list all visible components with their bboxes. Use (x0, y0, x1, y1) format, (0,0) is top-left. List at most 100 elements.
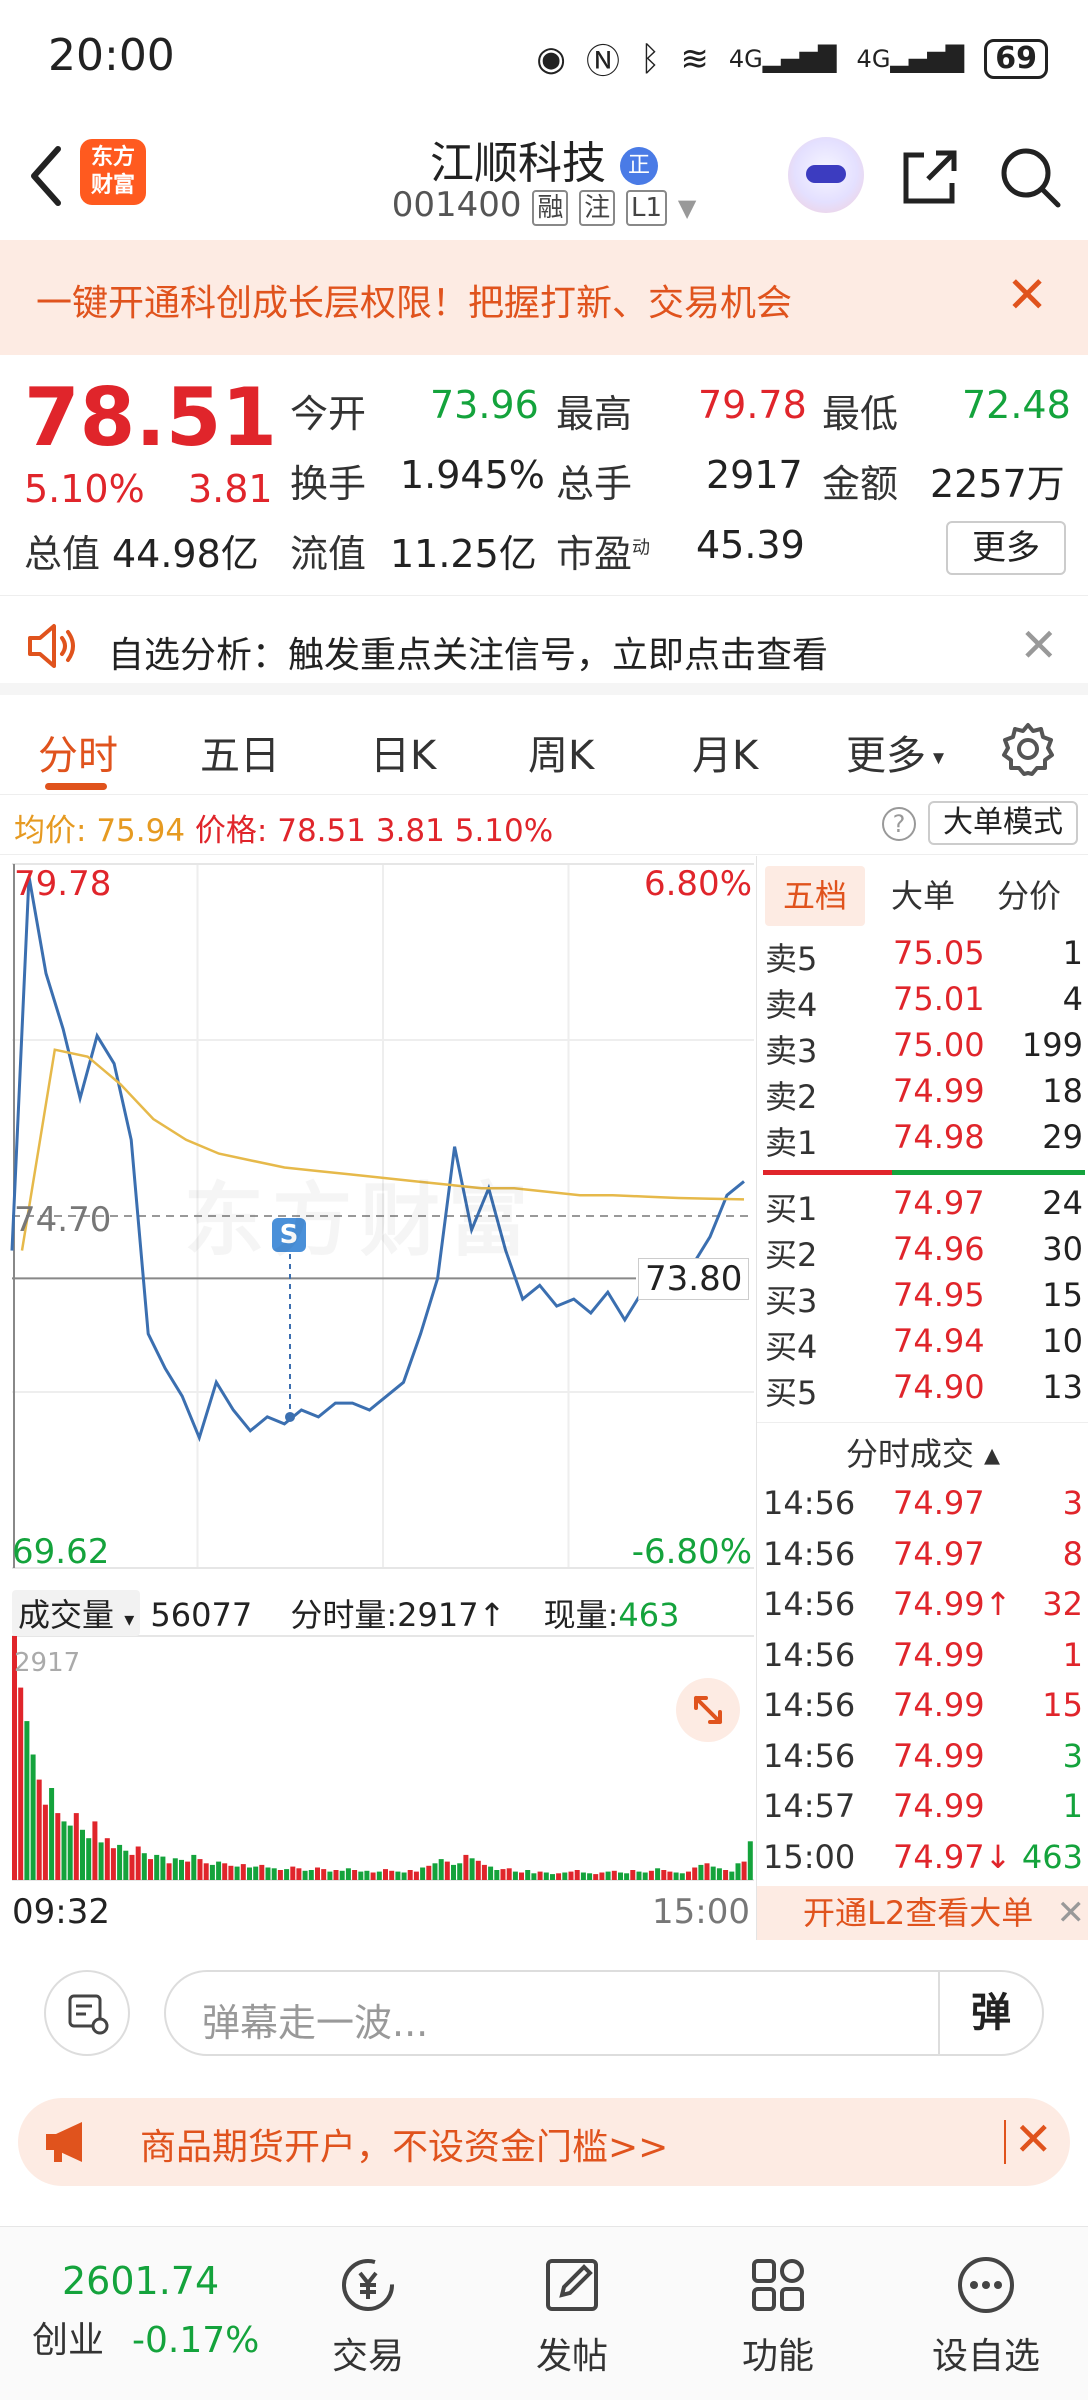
intraday-chart[interactable]: 79.78 6.80% 74.70 69.62 -6.80% 73.80 S 东… (0, 856, 756, 1940)
tick-row[interactable]: 14:56 74.99↑ 32 (757, 1585, 1088, 1635)
tick-row-vol: 463 (1021, 1837, 1083, 1876)
volume-selector[interactable]: 成交量 ▾ (12, 1590, 141, 1636)
volume-bar (61, 1821, 67, 1880)
nav-trade[interactable]: 交易 (298, 2253, 438, 2379)
close-icon[interactable]: ✕ (1057, 1886, 1086, 1940)
close-icon[interactable]: ✕ (1014, 2112, 1053, 2166)
gear-icon[interactable] (1000, 721, 1056, 777)
buy-level-row[interactable]: 买1 74.97 24 (757, 1184, 1088, 1230)
float-value: 11.25亿 (390, 532, 537, 576)
tick-row[interactable]: 14:56 74.97 8 (757, 1535, 1088, 1585)
nav-add-watchlist[interactable]: 设自选 (916, 2253, 1056, 2379)
volume-bar (191, 1854, 197, 1880)
chart-svg[interactable] (0, 856, 756, 1940)
tick-row-price: 74.99 (893, 1787, 985, 1825)
ticks-header[interactable]: 分时成交 ▴ (757, 1422, 1088, 1475)
volume-bar (716, 1868, 722, 1880)
tick-row[interactable]: 14:57 74.99 1 (757, 1787, 1088, 1837)
tab-minute[interactable]: 分时 (38, 723, 118, 781)
help-icon[interactable]: ? (882, 807, 916, 841)
search-icon[interactable] (998, 145, 1062, 209)
volume-bar (550, 1874, 555, 1880)
volume-bar (376, 1871, 382, 1880)
more-button[interactable]: 更多 (946, 521, 1066, 575)
tick-row[interactable]: 14:56 74.99 15 (757, 1686, 1088, 1736)
nav-functions[interactable]: 功能 (708, 2253, 848, 2379)
tab-five-levels[interactable]: 五档 (765, 866, 866, 926)
close-icon[interactable]: ✕ (1006, 270, 1048, 320)
danmaku-toggle-button[interactable]: 弹 (938, 1972, 1042, 2054)
sell-level-row[interactable]: 卖2 74.99 18 (757, 1072, 1088, 1118)
buy-level-row[interactable]: 买4 74.94 10 (757, 1322, 1088, 1368)
alert-text[interactable]: 自选分析：触发重点关注信号，立即点击查看 (108, 626, 828, 678)
share-icon[interactable] (898, 145, 962, 209)
buy-level-row-vol: 30 (1042, 1230, 1083, 1268)
volume-value: 2917 (706, 453, 803, 497)
ad-banner[interactable]: 商品期货开户，不设资金门槛>> ✕ (18, 2098, 1070, 2186)
tab-day-k[interactable]: 日K (370, 723, 436, 781)
index-pct: -0.17% (132, 2320, 260, 2361)
volume-bar (172, 1858, 178, 1880)
tick-row[interactable]: 14:56 74.99 3 (757, 1737, 1088, 1787)
volume-bar (605, 1871, 611, 1880)
turnover-value: 1.945% (400, 453, 545, 497)
volume-bar (543, 1872, 549, 1880)
tab-more[interactable]: 更多 ▾ (846, 723, 944, 781)
volume-bar (370, 1872, 376, 1880)
buy-level-row-name: 买4 (765, 1328, 818, 1366)
volume-bar (655, 1868, 661, 1880)
sell-level-row[interactable]: 卖5 75.05 1 (757, 934, 1088, 980)
expand-icon[interactable] (676, 1678, 740, 1742)
tag-level[interactable]: L1 (625, 190, 667, 226)
order-book: 五档 大单 分价 卖5 75.05 1 卖4 75.01 4 卖3 75.00 199 卖2 74.… (756, 856, 1088, 1940)
volume-bar (123, 1850, 129, 1880)
tab-week-k[interactable]: 周K (528, 723, 594, 781)
sell-level-row-vol: 18 (1042, 1072, 1083, 1110)
buy-level-row-price: 74.97 (893, 1184, 985, 1222)
mcap-value: 44.98亿 (112, 532, 259, 576)
status-bar: 20:00 ◉ Ⓝ ᛒ ≋ 4G▂▄▆█ 4G▂▄▆█ 69 (0, 0, 1088, 115)
tag-registration: 注 (579, 190, 616, 226)
analysis-alert[interactable]: 自选分析：触发重点关注信号，立即点击查看 ✕ (0, 595, 1088, 695)
tab-five-day[interactable]: 五日 (200, 723, 280, 781)
sell-level-row-name: 卖2 (765, 1078, 818, 1116)
current-price: 78.51 (24, 371, 278, 464)
buy-level-row[interactable]: 买2 74.96 30 (757, 1230, 1088, 1276)
tick-row[interactable]: 14:56 74.99 1 (757, 1636, 1088, 1686)
tick-row[interactable]: 15:00 74.97↓ 463 (757, 1838, 1088, 1888)
buy-level-row[interactable]: 买5 74.90 13 (757, 1368, 1088, 1414)
tab-price-dist[interactable]: 分价 (997, 866, 1061, 926)
tab-big-orders[interactable]: 大单 (891, 866, 955, 926)
volume-bar (562, 1872, 568, 1880)
nav-post[interactable]: 发帖 (502, 2253, 642, 2379)
open-label: 今开 (290, 392, 367, 436)
yen-exchange-icon (342, 2259, 394, 2311)
tab-month-k[interactable]: 月K (692, 723, 758, 781)
big-order-mode-button[interactable]: 大单模式 (928, 801, 1078, 845)
close-icon[interactable]: ✕ (1019, 618, 1058, 672)
promo-text[interactable]: 一键开通科创成长层权限！把握打新、交易机会 (36, 274, 792, 326)
sell-level-row[interactable]: 卖4 75.01 4 (757, 980, 1088, 1026)
volume-bar (667, 1871, 673, 1880)
index-widget[interactable]: 2601.74 创业 -0.17% (32, 2259, 259, 2363)
chevron-down-icon[interactable]: ▼ (678, 194, 696, 222)
sell-level-row[interactable]: 卖1 74.98 29 (757, 1118, 1088, 1164)
volume-bar (73, 1813, 79, 1880)
comment-settings-icon[interactable] (44, 1970, 130, 2056)
assistant-robot-icon[interactable] (788, 137, 864, 213)
l2-upgrade-banner[interactable]: 开通L2查看大单 ✕ (757, 1886, 1088, 1940)
ad-text[interactable]: 商品期货开户，不设资金门槛>> (140, 2118, 668, 2170)
price-min-label: 69.62 (12, 1532, 110, 1572)
volume-bar (401, 1872, 407, 1880)
buy-level-row[interactable]: 买3 74.95 15 (757, 1276, 1088, 1322)
tick-row[interactable]: 14:56 74.97 3 (757, 1484, 1088, 1534)
tick-row-time: 14:56 (763, 1534, 856, 1573)
sell-level-row[interactable]: 卖3 75.00 199 (757, 1026, 1088, 1072)
volume-bar (67, 1825, 73, 1880)
danmaku-input[interactable]: 弹幕走一波... 弹 (164, 1970, 1044, 2056)
volume-bar (500, 1869, 506, 1880)
promo-banner[interactable]: 一键开通科创成长层权限！把握打新、交易机会 ✕ (0, 240, 1088, 355)
volume-bar (580, 1872, 586, 1880)
eye-icon: ◉ (536, 38, 566, 79)
open-value: 73.96 (430, 383, 539, 427)
